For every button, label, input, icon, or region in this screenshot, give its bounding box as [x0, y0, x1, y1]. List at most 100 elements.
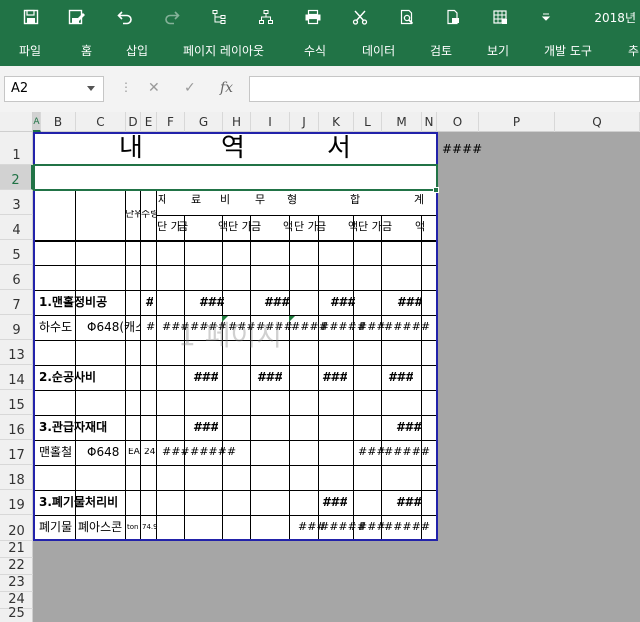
row-header-5[interactable]: 5 — [0, 240, 33, 265]
grid-line — [156, 215, 438, 216]
column-header-p[interactable]: P — [479, 112, 555, 132]
column-header-g[interactable]: G — [185, 112, 223, 132]
section-4-label: 3.폐기물처리비 — [39, 496, 119, 508]
print-icon[interactable] — [299, 4, 327, 30]
column-header-k[interactable]: K — [319, 112, 354, 132]
row-header-16[interactable]: 16 — [0, 415, 33, 440]
document-export-icon[interactable] — [439, 4, 467, 30]
scissors-icon[interactable] — [346, 4, 374, 30]
row-header-3[interactable]: 3 — [0, 190, 33, 215]
grid-line — [318, 215, 319, 541]
row-header-19[interactable]: 19 — [0, 490, 33, 515]
grid-line — [33, 265, 438, 266]
row9-m: ##### — [384, 321, 431, 332]
row-header-7[interactable]: 7 — [0, 290, 33, 315]
tab-insert[interactable]: 삽입 — [126, 42, 148, 59]
column-header-i[interactable]: I — [251, 112, 290, 132]
row-header-4[interactable]: 4 — [0, 215, 33, 240]
column-header-d[interactable]: D — [126, 112, 141, 132]
section-1-e: # — [145, 296, 154, 308]
tab-developer[interactable]: 개발 도구 — [544, 42, 592, 59]
fill-handle[interactable] — [433, 187, 439, 193]
save-as-icon[interactable] — [63, 4, 91, 30]
row-header-25[interactable]: 25 — [0, 606, 33, 622]
name-box[interactable]: A2 — [4, 76, 104, 102]
page-border — [33, 539, 438, 541]
row-header-14[interactable]: 14 — [0, 365, 33, 390]
tab-more[interactable]: 추 — [628, 42, 639, 59]
hierarchy-icon[interactable] — [252, 4, 280, 30]
header-amount-4b: 액 — [415, 221, 426, 232]
org-chart-icon[interactable] — [205, 4, 233, 30]
grid-line — [33, 290, 438, 291]
grid-line — [33, 365, 438, 366]
column-header-h[interactable]: H — [223, 112, 251, 132]
row9-b: 하수도 — [39, 321, 73, 333]
row-header-6[interactable]: 6 — [0, 265, 33, 290]
row-header-2[interactable]: 2 — [0, 165, 33, 190]
tab-data[interactable]: 데이터 — [362, 42, 395, 59]
tab-file[interactable]: 파일 — [19, 42, 41, 59]
tab-review[interactable]: 검토 — [430, 42, 452, 59]
print-preview-icon[interactable] — [393, 4, 421, 30]
header-char-7: 계 — [414, 194, 425, 205]
header-unit: 단위 — [125, 210, 141, 220]
formula-input[interactable] — [249, 76, 640, 102]
column-header-m[interactable]: M — [382, 112, 422, 132]
chevron-down-icon[interactable] — [87, 86, 95, 91]
row-header-22[interactable]: 22 — [0, 558, 33, 575]
grid-line — [353, 215, 354, 541]
insert-function-icon[interactable]: fx — [220, 80, 233, 96]
column-header-n[interactable]: N — [422, 112, 437, 132]
grid-line — [250, 215, 251, 541]
row-header-1[interactable]: 1 — [0, 132, 33, 165]
row-header-23[interactable]: 23 — [0, 575, 33, 592]
select-all-corner[interactable] — [0, 112, 33, 132]
section-1-g: ### — [199, 296, 225, 308]
row-header-13[interactable]: 13 — [0, 340, 33, 365]
error-indicator[interactable] — [289, 316, 295, 322]
row-header-21[interactable]: 21 — [0, 541, 33, 558]
row20-c: 폐아스콘 — [78, 521, 123, 533]
formula-bar-grip-icon: ⋮ — [120, 80, 132, 98]
quick-access-toolbar: 2018년 — [0, 0, 640, 34]
grid-line — [33, 415, 438, 416]
undo-icon[interactable] — [111, 4, 139, 30]
row-header-18[interactable]: 18 — [0, 465, 33, 490]
redo-icon[interactable] — [158, 4, 186, 30]
page-border — [33, 132, 35, 541]
column-header-a[interactable]: A — [33, 112, 41, 132]
grid-line — [33, 465, 438, 466]
section-3-m: ### — [396, 421, 422, 433]
row17-g: ##### — [190, 446, 237, 457]
row9-l: ### — [358, 321, 386, 332]
cancel-icon[interactable]: ✕ — [148, 80, 160, 96]
column-header-o[interactable]: O — [437, 112, 479, 132]
column-header-b[interactable]: B — [41, 112, 76, 132]
enter-icon[interactable]: ✓ — [184, 80, 196, 96]
column-header-c[interactable]: C — [76, 112, 126, 132]
tab-formulas[interactable]: 수식 — [304, 42, 326, 59]
row-header-20[interactable]: 20 — [0, 515, 33, 541]
row20-e: 74.9 — [142, 524, 158, 531]
column-header-l[interactable]: L — [354, 112, 382, 132]
header-amount-1b: 액 — [218, 221, 229, 232]
column-header-f[interactable]: F — [157, 112, 185, 132]
tab-view[interactable]: 보기 — [487, 42, 509, 59]
print-page[interactable]: 내 역 서 단위 수량 재 료 비 무 형 합 계 단 가 금 액 단 가 금 … — [33, 132, 439, 541]
customize-dropdown-icon[interactable] — [532, 4, 560, 30]
page-watermark: 1 페이지 — [178, 319, 282, 352]
save-icon[interactable] — [17, 4, 45, 30]
column-header-e[interactable]: E — [141, 112, 157, 132]
row-header-17[interactable]: 17 — [0, 440, 33, 465]
column-header-j[interactable]: J — [290, 112, 319, 132]
header-amount-2b: 액 — [283, 221, 294, 232]
section-2-i: ### — [257, 371, 283, 383]
page-setup-icon[interactable] — [486, 4, 514, 30]
tab-home[interactable]: 홈 — [81, 42, 92, 59]
row-header-9[interactable]: 9 — [0, 315, 33, 340]
tab-page-layout[interactable]: 페이지 레이아웃 — [183, 42, 264, 59]
row-header-15[interactable]: 15 — [0, 390, 33, 415]
column-header-q[interactable]: Q — [555, 112, 640, 132]
selected-cell-a2[interactable] — [33, 164, 438, 191]
